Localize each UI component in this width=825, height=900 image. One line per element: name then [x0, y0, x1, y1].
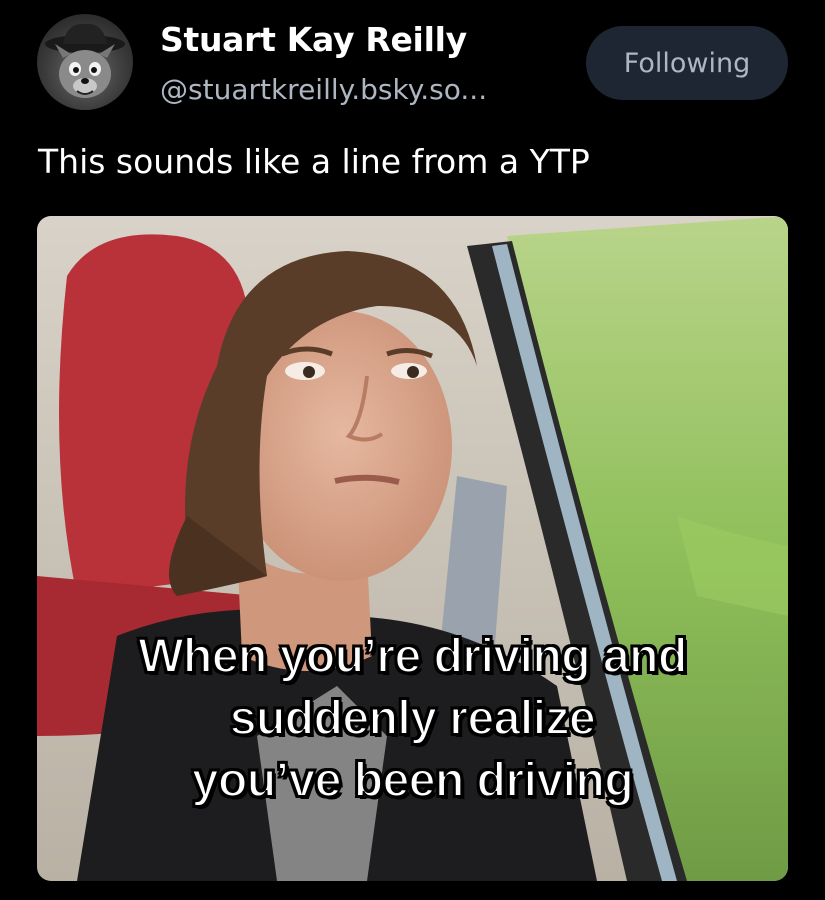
post-header: Stuart Kay Reilly @stuartkreilly.bsky.so…	[0, 0, 825, 130]
post-text: This sounds like a line from a YTP	[38, 142, 590, 181]
post-image[interactable]: When you’re driving and suddenly realize…	[37, 216, 788, 881]
caption-line: suddenly realize	[229, 691, 597, 746]
caption-line: you’ve been driving	[191, 753, 635, 808]
cartoon-wolf-cowboy-icon	[45, 23, 125, 98]
author-avatar[interactable]	[37, 14, 133, 110]
author-handle[interactable]: @stuartkreilly.bsky.so...	[160, 73, 487, 106]
following-button[interactable]: Following	[586, 26, 788, 100]
author-display-name[interactable]: Stuart Kay Reilly	[160, 20, 467, 59]
meme-caption: When you’re driving and suddenly realize…	[37, 626, 788, 812]
caption-line: When you’re driving and	[137, 629, 688, 684]
